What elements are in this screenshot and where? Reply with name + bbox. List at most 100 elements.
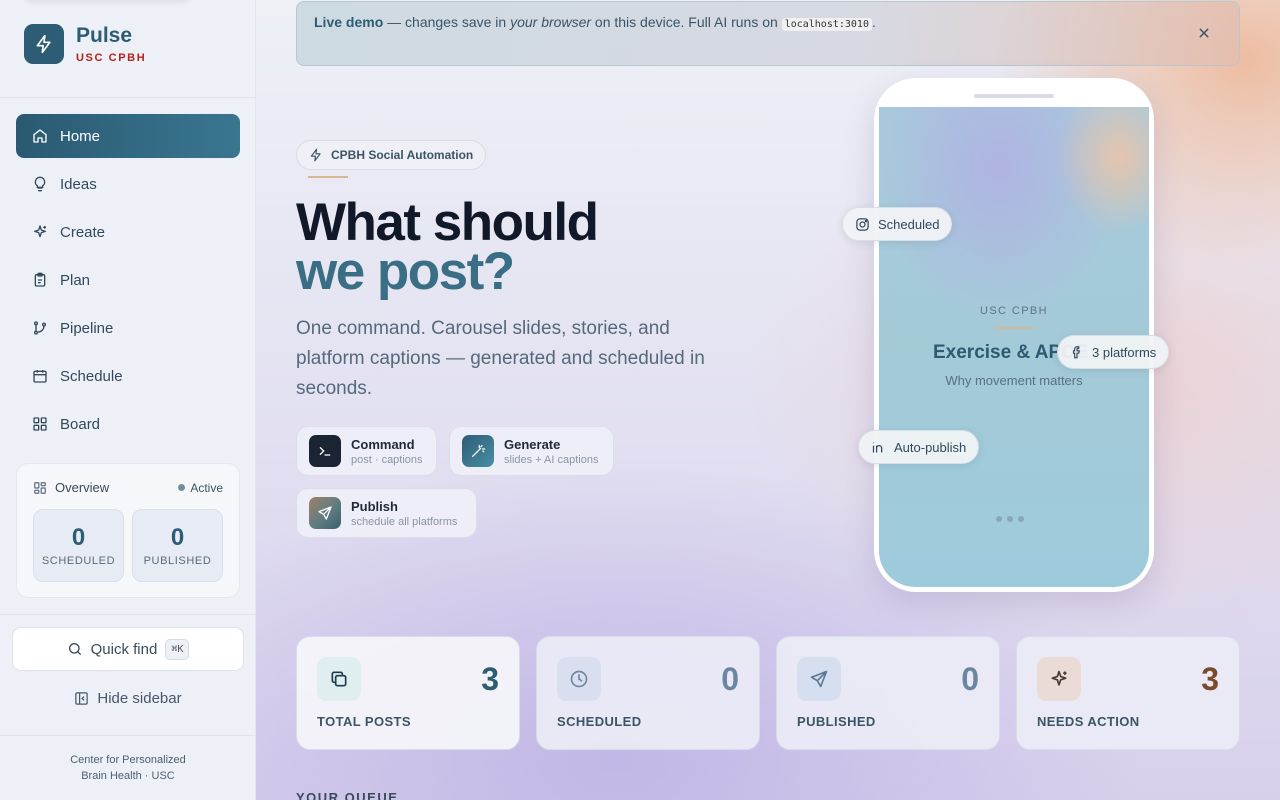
page-title: What should we post? xyxy=(296,196,599,301)
nav-item-create[interactable]: Create xyxy=(16,210,240,254)
demo-banner: Live demo — changes save in your browser… xyxy=(296,1,1240,66)
feature-title: Publish xyxy=(351,498,398,514)
send-icon xyxy=(797,657,841,701)
slide-subtitle: Why movement matters xyxy=(945,373,1083,388)
divider xyxy=(0,97,256,98)
feature-command[interactable]: Command post · captions xyxy=(296,426,437,476)
brand-name: Pulse xyxy=(76,24,133,47)
nav-label: Create xyxy=(60,223,106,241)
chip-label: 3 platforms xyxy=(1092,344,1157,360)
status-label: Active xyxy=(190,480,223,495)
accent-line xyxy=(308,176,348,178)
sidebar-footer: Center for Personalized Brain Health · U… xyxy=(0,752,256,784)
nav-label: Home xyxy=(60,127,101,145)
grid-icon xyxy=(33,417,47,431)
banner-part3: . xyxy=(871,14,876,30)
nav-label: Ideas xyxy=(60,175,97,193)
banner-emphasis: your browser xyxy=(510,14,592,30)
bolt-icon xyxy=(24,24,64,64)
nav-item-schedule[interactable]: Schedule xyxy=(16,354,240,398)
overview-card: Overview Active 0 SCHEDULED 0 PUBLISHED xyxy=(16,463,240,598)
banner-strong: Live demo xyxy=(314,14,384,30)
main-content: Live demo — changes save in your browser… xyxy=(256,0,1280,800)
stat-label: NEEDS ACTION xyxy=(1037,714,1140,729)
stat-label: TOTAL POSTS xyxy=(317,714,411,729)
stat-value: 0 xyxy=(721,661,739,697)
search-icon xyxy=(68,643,81,655)
nav-label: Plan xyxy=(60,271,91,289)
feature-generate[interactable]: Generate slides + AI captions xyxy=(449,426,614,476)
chip-label: Auto-publish xyxy=(894,439,967,455)
stat-value: 3 xyxy=(481,661,499,697)
tag-label: CPBH Social Automation xyxy=(331,148,474,162)
sidebar-nav: Home Ideas Create Plan Pipeline Schedule… xyxy=(16,114,240,450)
stat-label: PUBLISHED xyxy=(797,714,876,729)
overview-published-label: PUBLISHED xyxy=(143,555,212,567)
nav-label: Board xyxy=(60,415,101,433)
brand[interactable]: Pulse USC CPBH xyxy=(24,24,146,64)
instagram-icon xyxy=(856,217,869,231)
quick-find-button[interactable]: Quick find ⌘K xyxy=(12,627,244,671)
hero-subtext: One command. Carousel slides, stories, a… xyxy=(296,318,705,399)
banner-part1: — changes save in xyxy=(383,14,511,30)
feature-publish[interactable]: Publish schedule all platforms xyxy=(296,488,477,538)
chip-scheduled: Scheduled xyxy=(842,207,953,241)
linkedin-icon xyxy=(872,442,883,452)
hide-sidebar-button[interactable]: Hide sidebar xyxy=(0,690,256,707)
overview-published-value: 0 xyxy=(170,524,185,551)
git-branch-icon xyxy=(34,321,46,335)
phone-notch xyxy=(974,94,1054,98)
stat-label: SCHEDULED xyxy=(557,714,642,729)
nav-label: Schedule xyxy=(60,367,123,385)
lightbulb-icon xyxy=(34,176,46,192)
overview-scheduled-label: SCHEDULED xyxy=(41,555,116,567)
facebook-icon xyxy=(1072,346,1080,359)
nav-item-plan[interactable]: Plan xyxy=(16,258,240,302)
accent-line xyxy=(995,327,1033,329)
nav-item-ideas[interactable]: Ideas xyxy=(16,162,240,206)
stat-card-scheduled[interactable]: 0 SCHEDULED xyxy=(536,636,760,750)
banner-text: Live demo — changes save in your browser… xyxy=(314,14,876,31)
banner-part2: on this device. Full AI runs on xyxy=(591,14,782,30)
sparkles-icon xyxy=(34,225,46,238)
headline-line-2: we post? xyxy=(296,242,515,301)
chip-label: Scheduled xyxy=(878,216,940,232)
stat-card-total-posts[interactable]: 3 TOTAL POSTS xyxy=(296,636,520,750)
bolt-icon xyxy=(310,148,321,162)
nav-label: Pipeline xyxy=(60,319,114,337)
panel-left-icon xyxy=(75,692,89,705)
send-icon xyxy=(309,497,341,529)
overview-scheduled: 0 SCHEDULED xyxy=(33,509,124,582)
overview-scheduled-value: 0 xyxy=(71,524,86,551)
sidebar: Pulse USC CPBH Home Ideas Create Plan Pi… xyxy=(0,0,256,800)
stat-card-published[interactable]: 0 PUBLISHED xyxy=(776,636,1000,750)
nav-item-pipeline[interactable]: Pipeline xyxy=(16,306,240,350)
clock-icon xyxy=(557,657,601,701)
feature-title: Generate xyxy=(504,436,561,452)
banner-code: localhost:3010 xyxy=(781,18,872,31)
nav-item-board[interactable]: Board xyxy=(16,402,240,446)
chip-platforms: 3 platforms xyxy=(1057,335,1170,369)
nav-item-home[interactable]: Home xyxy=(16,114,240,158)
feature-subtitle: post · captions xyxy=(351,453,423,466)
close-icon[interactable] xyxy=(1195,24,1213,42)
copy-icon xyxy=(317,657,361,701)
feature-subtitle: schedule all platforms xyxy=(351,515,458,528)
stat-card-needs-action[interactable]: 3 NEEDS ACTION xyxy=(1016,636,1240,750)
tag-pill: CPBH Social Automation xyxy=(296,140,487,170)
chip-autopublish: Auto-publish xyxy=(858,430,980,464)
feature-subtitle: slides + AI captions xyxy=(504,453,599,466)
sparkles-icon xyxy=(1037,657,1081,701)
slide-brand: USC CPBH xyxy=(979,305,1049,317)
quick-find-label: Quick find xyxy=(90,640,158,658)
hide-sidebar-label: Hide sidebar xyxy=(97,690,182,707)
brand-subtitle: USC CPBH xyxy=(76,52,147,64)
dashboard-icon xyxy=(34,481,46,494)
queue-heading: YOUR QUEUE xyxy=(296,790,399,800)
shortcut-badge: ⌘K xyxy=(165,638,190,660)
divider xyxy=(0,735,256,736)
magic-wand-icon xyxy=(462,435,494,467)
overview-title: Overview xyxy=(55,480,110,495)
terminal-icon xyxy=(309,435,341,467)
calendar-icon xyxy=(33,370,47,383)
